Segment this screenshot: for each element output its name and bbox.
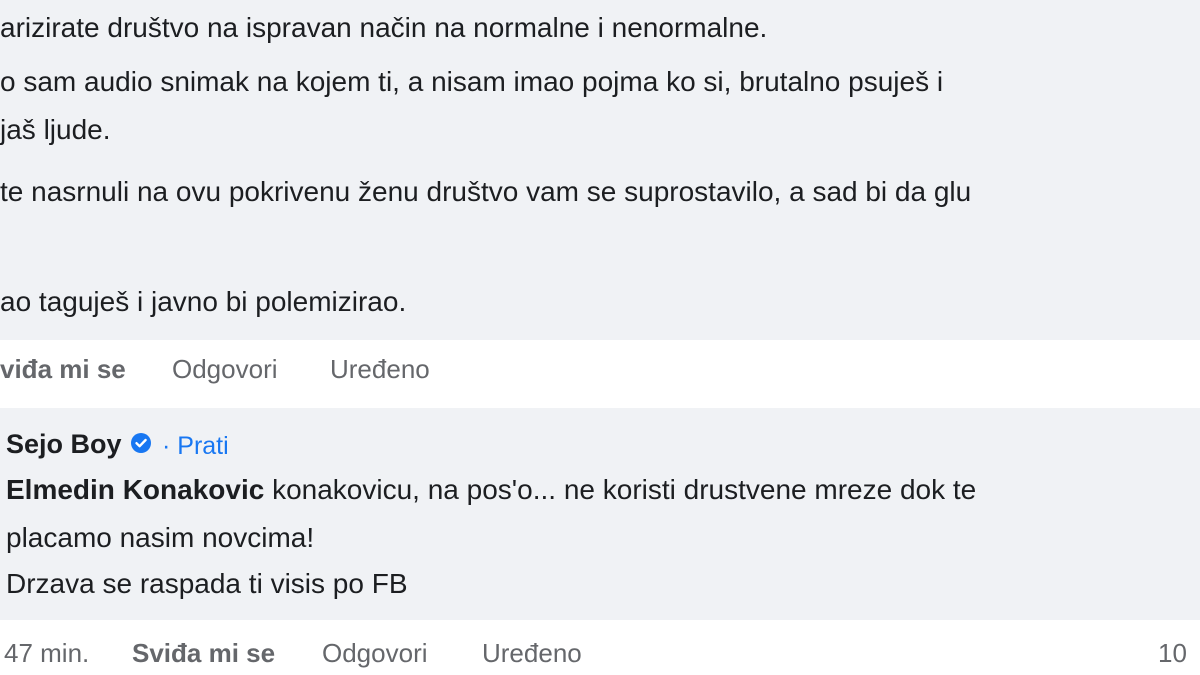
comment-top-line-4: te nasrnuli na ovu pokrivenu ženu društv… xyxy=(0,176,972,207)
comment-author[interactable]: Sejo Boy xyxy=(6,426,122,462)
comment-top-line-3: jaš ljude. xyxy=(0,114,111,145)
comment-top-line-5: ao taguješ i javno bi polemizirao. xyxy=(0,286,407,317)
comment-top-actions: viđa mi se Odgovori Uređeno xyxy=(0,352,600,386)
comment-top-line-1: arizirate društvo na ispravan način na n… xyxy=(0,12,768,43)
verified-badge-icon xyxy=(131,433,151,453)
comment-bottom-line-1: Elmedin Konakovic konakovicu, na pos'o..… xyxy=(6,472,976,508)
comment-top-line-2: o sam audio snimak na kojem ti, a nisam … xyxy=(0,66,944,97)
reaction-count[interactable]: 10 xyxy=(1158,636,1187,670)
follow-button[interactable]: · Prati xyxy=(162,429,229,463)
comment-bottom-line-1-text: konakovicu, na pos'o... ne koristi drust… xyxy=(264,474,977,505)
comment-bottom-line-3: Drzava se raspada ti visis po FB xyxy=(6,568,408,599)
timestamp[interactable]: 47 min. xyxy=(4,636,89,670)
tagged-user-link[interactable]: Elmedin Konakovic xyxy=(6,474,264,505)
like-button[interactable]: viđa mi se xyxy=(0,352,126,386)
comment-bottom-actions: 47 min. Sviđa mi se Odgovori Uređeno 10 xyxy=(0,636,1200,670)
like-button[interactable]: Sviđa mi se xyxy=(132,636,275,670)
reply-button[interactable]: Odgovori xyxy=(322,636,428,670)
reply-button[interactable]: Odgovori xyxy=(172,352,278,386)
edited-label: Uređeno xyxy=(482,638,582,668)
comment-bottom-line-2: placamo nasim novcima! xyxy=(6,522,315,553)
edited-label: Uređeno xyxy=(330,354,430,384)
